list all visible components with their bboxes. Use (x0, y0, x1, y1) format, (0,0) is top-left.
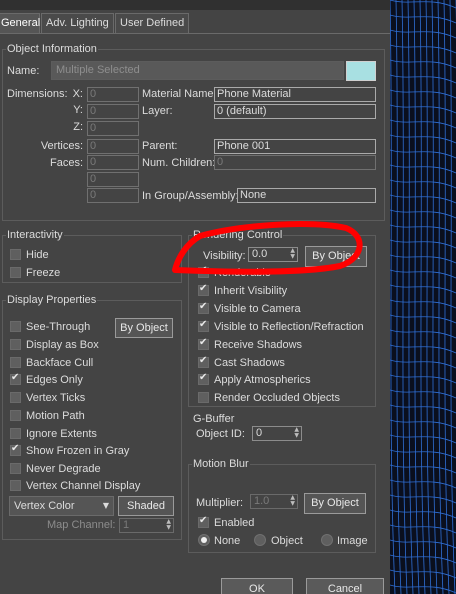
wireframe-mesh (390, 0, 456, 594)
red-annotation-scribble (172, 221, 363, 275)
viewport-wireframe[interactable] (390, 0, 456, 594)
